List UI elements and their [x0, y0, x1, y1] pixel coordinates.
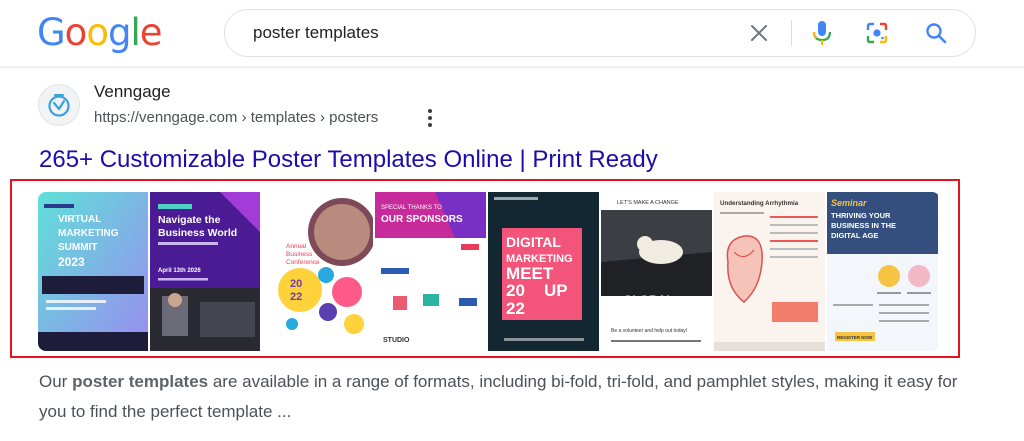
poster-image: Understanding Arrhythmia — [714, 192, 825, 351]
poster-text: THRIVING YOUR — [831, 211, 891, 220]
poster-text: LET'S MAKE A CHANGE — [617, 200, 679, 206]
poster-image: VIRTUAL MARKETING SUMMIT 2023 — [38, 192, 148, 351]
result-title-link[interactable]: 265+ Customizable Poster Templates Onlin… — [39, 146, 658, 174]
poster-text: DIGITAL — [506, 234, 561, 250]
search-divider — [791, 20, 792, 46]
poster-text: GLOBAL — [623, 293, 674, 307]
image-search-button[interactable] — [863, 19, 891, 47]
poster-text: WARMING — [615, 307, 674, 321]
poster-image: Seminar THRIVING YOUR BUSINESS IN THE DI… — [827, 192, 938, 351]
search-box[interactable]: poster templates — [224, 9, 976, 57]
poster-text: REGISTER NOW — [837, 335, 873, 340]
poster-text: 2023 — [58, 255, 85, 269]
poster-text: 22 — [290, 291, 302, 303]
poster-text: Understanding Arrhythmia — [720, 200, 799, 207]
poster-text: Annual — [286, 243, 307, 250]
poster-text: Conference — [286, 259, 320, 266]
result-snippet: Our poster templates are available in a … — [39, 367, 979, 427]
poster-text: 20 — [290, 278, 302, 290]
poster-text: Seminar — [831, 198, 867, 208]
more-vert-icon-dot — [428, 123, 432, 127]
poster-text: OUR SPONSORS — [381, 214, 463, 225]
poster-text: Be a volunteer and help out today! — [611, 328, 687, 334]
snippet-highlight: poster templates — [72, 372, 209, 391]
search-button[interactable] — [922, 19, 950, 47]
poster-text: STUDIO — [383, 337, 410, 344]
poster-image: LET'S MAKE A CHANGE GLOBAL WARMING Be a … — [601, 192, 712, 351]
logo-letter: e — [139, 11, 163, 54]
poster-text: Business World — [158, 227, 237, 239]
poster-text: SUMMIT — [58, 242, 97, 253]
poster-image: SPECIAL THANKS TO OUR SPONSORS STUDIO — [375, 192, 486, 351]
poster-text: April 13th 2026 — [158, 268, 201, 274]
thumbnail-digital-marketing-meetup[interactable]: DIGITAL MARKETING MEET 20 UP 22 — [488, 192, 599, 351]
lens-icon — [866, 22, 888, 44]
poster-text: BUSINESS IN THE — [831, 221, 896, 230]
poster-text: VIRTUAL — [58, 214, 101, 225]
image-carousel: VIRTUAL MARKETING SUMMIT 2023 Navigate t… — [38, 192, 940, 351]
poster-image: Navigate the Business World April 13th 2… — [150, 192, 260, 351]
close-icon — [751, 25, 767, 41]
search-icon — [926, 23, 947, 44]
poster-text: 20 — [506, 281, 525, 300]
thumbnail-virtual-marketing-summit[interactable]: VIRTUAL MARKETING SUMMIT 2023 — [38, 192, 148, 351]
logo-letter: G — [37, 11, 66, 54]
site-favicon[interactable] — [38, 84, 80, 126]
search-header: Google poster templates — [0, 0, 1024, 66]
google-logo[interactable]: Google — [37, 13, 162, 53]
poster-text: MARKETING — [58, 228, 119, 239]
more-vert-icon-dot — [428, 116, 432, 120]
venngage-logo-icon — [48, 94, 70, 117]
poster-text: SPECIAL THANKS TO — [381, 205, 442, 211]
logo-letter: l — [130, 11, 140, 54]
more-vert-icon — [428, 109, 432, 113]
thumbnail-annual-business-conference[interactable]: Annual Business Conference 20 22 — [262, 192, 373, 351]
microphone-icon — [812, 21, 832, 45]
thumbnail-global-warming[interactable]: LET'S MAKE A CHANGE GLOBAL WARMING Be a … — [601, 192, 712, 351]
poster-image: Annual Business Conference 20 22 — [262, 192, 373, 351]
poster-text: Navigate the — [158, 214, 221, 226]
poster-text: Business — [286, 251, 313, 258]
site-name[interactable]: Venngage — [94, 82, 171, 102]
logo-letter: g — [107, 11, 131, 54]
thumbnail-navigate-business-world[interactable]: Navigate the Business World April 13th 2… — [150, 192, 260, 351]
voice-search-button[interactable] — [808, 19, 836, 47]
result-url[interactable]: https://venngage.com › templates › poste… — [94, 109, 378, 126]
thumbnail-seminar-digital-age[interactable]: Seminar THRIVING YOUR BUSINESS IN THE DI… — [827, 192, 938, 351]
poster-text: UP — [544, 281, 568, 300]
logo-letter: o — [86, 11, 109, 54]
snippet-text: Our — [39, 372, 73, 391]
clear-button[interactable] — [745, 19, 773, 47]
search-input[interactable]: poster templates — [253, 23, 379, 43]
thumbnail-understanding-arrhythmia[interactable]: Understanding Arrhythmia — [714, 192, 825, 351]
poster-text: 22 — [506, 299, 525, 318]
poster-image: DIGITAL MARKETING MEET 20 UP 22 — [488, 192, 599, 351]
more-options-button[interactable] — [420, 107, 440, 129]
thumbnail-our-sponsors[interactable]: SPECIAL THANKS TO OUR SPONSORS STUDIO — [375, 192, 486, 351]
poster-text: DIGITAL AGE — [831, 231, 878, 240]
logo-letter: o — [64, 11, 88, 54]
